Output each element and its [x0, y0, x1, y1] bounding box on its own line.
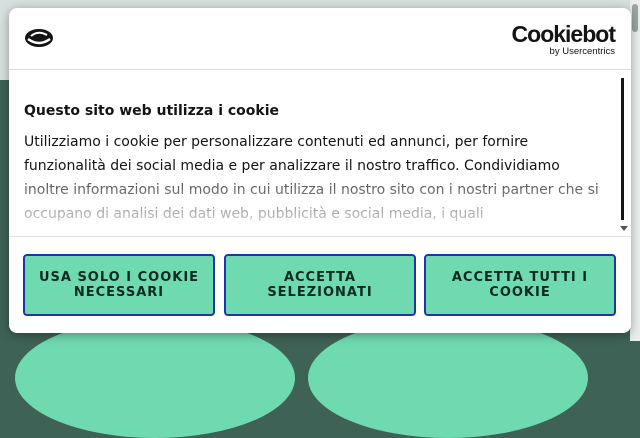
page-scrollbar[interactable] — [630, 0, 640, 341]
text-fade-overlay — [9, 174, 614, 236]
accept-selected-button[interactable]: Accetta selezionati — [224, 254, 416, 316]
dialog-title: Questo sito web utilizza i cookie — [24, 103, 280, 119]
use-necessary-cookies-button[interactable]: Usa solo i cookie necessari — [23, 254, 215, 316]
page-scrollbar-thumb[interactable] — [632, 4, 638, 32]
dialog-scrollbar-thumb[interactable] — [621, 78, 624, 220]
cookie-consent-dialog: Cookiebot by Usercentrics Questo sito we… — [9, 8, 631, 333]
dialog-scrollbar[interactable] — [620, 74, 628, 232]
cookiebot-logo-subtitle: by Usercentrics — [549, 46, 615, 57]
chevron-down-icon[interactable] — [620, 226, 628, 231]
cookiebot-logo-name: Cookiebot — [511, 21, 616, 47]
dialog-body[interactable]: Questo sito web utilizza i cookie Utiliz… — [9, 70, 631, 236]
helmet-icon — [25, 29, 53, 47]
background-decoration — [308, 318, 588, 438]
cookiebot-logo[interactable]: Cookiebot by Usercentrics — [511, 21, 616, 57]
dialog-buttons: Usa solo i cookie necessari Accetta sele… — [9, 237, 631, 333]
accept-all-cookies-button[interactable]: Accetta tutti i cookie — [424, 254, 616, 316]
dialog-header: Cookiebot by Usercentrics — [9, 8, 631, 70]
background-decoration — [15, 318, 295, 438]
